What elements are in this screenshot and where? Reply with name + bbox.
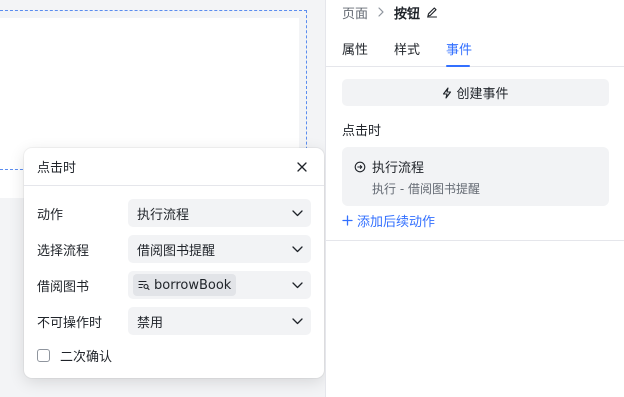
confirm-checkbox-label: 二次确认 (60, 350, 113, 365)
confirm-checkbox-row[interactable]: 二次确认 (37, 346, 112, 365)
form-row-borrow-book: 借阅图书 borrowBook (24, 271, 324, 299)
chevron-down-icon (291, 279, 303, 291)
disabled-state-select-value: 禁用 (137, 315, 164, 331)
flow-select-value: 借阅图书提醒 (137, 243, 216, 259)
tab-properties[interactable]: 属性 (342, 39, 368, 58)
action-select-value: 执行流程 (137, 207, 190, 223)
flow-select[interactable]: 借阅图书提醒 (128, 235, 311, 263)
divider (326, 240, 624, 241)
close-icon[interactable] (294, 159, 310, 175)
properties-panel: 页面 按钮 属性 样式 事件 创建事件 点击时 执行流程 执行 - 借阅图书提醒… (325, 0, 624, 397)
chevron-down-icon (291, 207, 303, 219)
form-row-action: 动作 执行流程 (24, 199, 324, 227)
breadcrumb: 页面 按钮 (342, 0, 438, 24)
add-follow-up-action-label: 添加后续动作 (357, 215, 436, 230)
create-event-button[interactable]: 创建事件 (342, 79, 609, 106)
action-select[interactable]: 执行流程 (128, 199, 311, 227)
variable-icon (138, 279, 150, 291)
borrow-book-label: 借阅图书 (37, 279, 90, 295)
event-section-title: 点击时 (342, 124, 382, 139)
popover-header: 点击时 (24, 148, 324, 186)
disabled-state-select[interactable]: 禁用 (128, 307, 311, 335)
event-card-title: 执行流程 (372, 161, 425, 176)
selected-component-outline (0, 10, 307, 170)
chevron-right-icon (378, 7, 384, 17)
lightning-icon (442, 86, 452, 99)
add-follow-up-action-button[interactable]: 添加后续动作 (342, 211, 435, 230)
borrow-book-select[interactable]: borrowBook (128, 271, 311, 299)
event-card-title-row: 执行流程 (354, 157, 424, 176)
confirm-checkbox[interactable] (37, 349, 50, 362)
event-card-subtitle: 执行 - 借阅图书提醒 (372, 182, 480, 196)
form-row-flow: 选择流程 借阅图书提醒 (24, 235, 324, 263)
panel-tabs: 属性 样式 事件 (326, 36, 624, 67)
flow-icon (354, 161, 366, 173)
chevron-down-icon (291, 315, 303, 327)
tab-events[interactable]: 事件 (446, 39, 472, 58)
variable-tag: borrowBook (133, 274, 237, 296)
form-row-disabled-state: 不可操作时 禁用 (24, 307, 324, 335)
chevron-down-icon (291, 243, 303, 255)
create-event-label: 创建事件 (456, 87, 509, 102)
tab-style[interactable]: 样式 (394, 39, 420, 58)
plus-icon (342, 215, 353, 226)
popover-title: 点击时 (37, 161, 77, 176)
on-click-config-popover: 点击时 动作 执行流程 选择流程 借阅图书提醒 借阅图书 borrowBook … (24, 148, 324, 378)
event-action-card[interactable]: 执行流程 执行 - 借阅图书提醒 (342, 147, 609, 206)
breadcrumb-parent[interactable]: 页面 (342, 3, 368, 22)
breadcrumb-current: 按钮 (394, 6, 421, 22)
borrow-book-select-value: borrowBook (133, 274, 291, 296)
active-tab-indicator (446, 65, 470, 67)
flow-label: 选择流程 (37, 243, 90, 259)
action-label: 动作 (37, 207, 64, 223)
edit-icon[interactable] (426, 6, 438, 18)
disabled-state-label: 不可操作时 (37, 315, 103, 331)
variable-tag-label: borrowBook (154, 277, 232, 293)
